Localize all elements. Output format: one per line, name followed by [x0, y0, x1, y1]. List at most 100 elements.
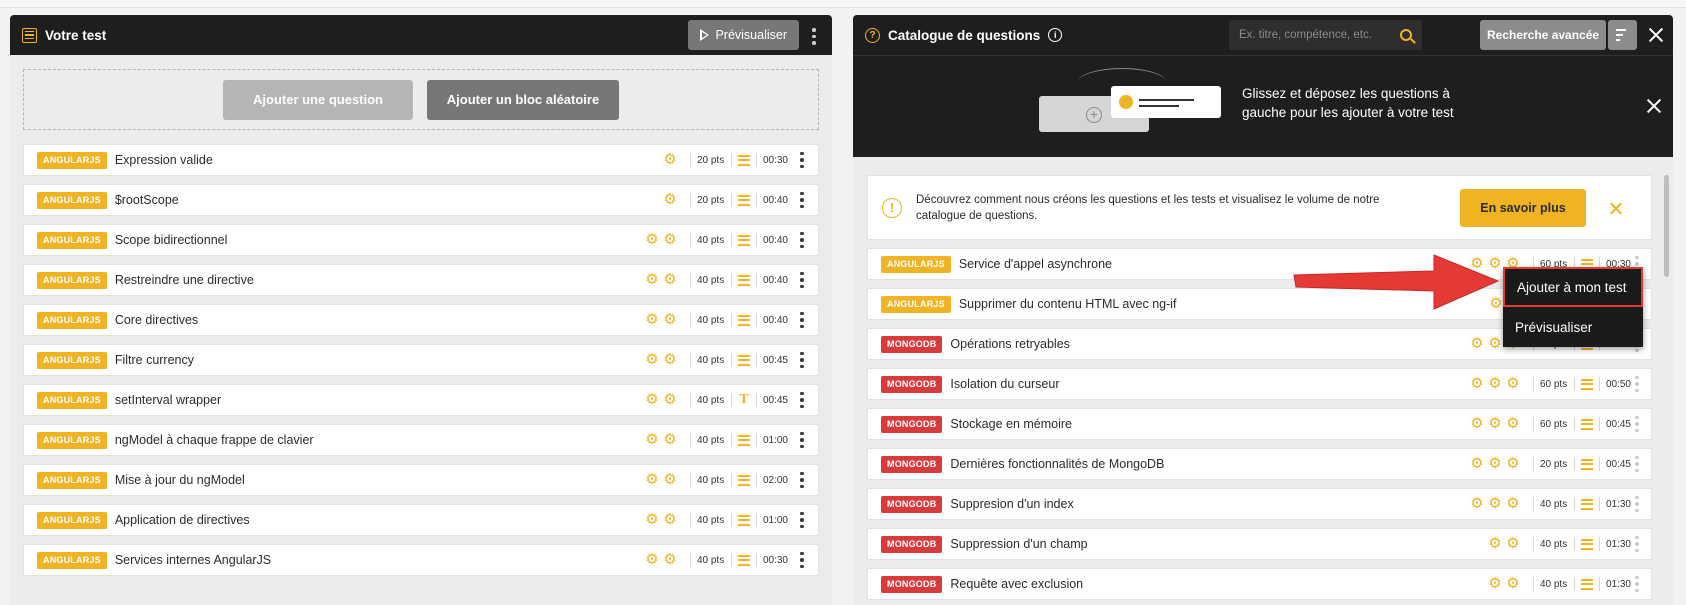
tech-tag: ANGULARJS — [37, 311, 107, 329]
points: 20 pts — [696, 154, 725, 166]
question-title: Core directives — [114, 313, 199, 327]
scrollbar[interactable] — [1664, 175, 1669, 277]
tech-tag: MONGODB — [881, 335, 943, 353]
duration: 00:45 — [1605, 458, 1631, 470]
catalog-list: ! Découvrez comment nous créons les ques… — [867, 175, 1652, 605]
question-row[interactable]: ANGULARJS Expression valide ⚙ 20 pts 00:30 — [23, 144, 819, 176]
preview-button[interactable]: Prévisualiser — [688, 20, 799, 50]
question-title: Mise à jour du ngModel — [114, 473, 245, 487]
close-catalog-icon[interactable] — [1648, 27, 1664, 43]
duration: 00:45 — [762, 394, 788, 406]
question-row[interactable]: MONGODB Dernières fonctionnalités de Mong… — [867, 448, 1652, 480]
list-type-icon — [737, 314, 750, 326]
row-menu-icon[interactable] — [796, 511, 808, 529]
list-type-icon — [1580, 458, 1593, 470]
gear-icon: ⚙ — [645, 511, 659, 528]
question-row[interactable]: MONGODB Suppresion d'un index ⚙ ⚙ ⚙ 40 pts 01:… — [867, 488, 1652, 520]
list-type-icon — [737, 474, 750, 486]
row-menu-icon[interactable] — [796, 191, 808, 209]
difficulty: ⚙⚙⚙ — [1469, 376, 1521, 392]
question-row[interactable]: ANGULARJS $rootScope ⚙ 20 pts 00:40 — [23, 184, 819, 216]
tech-tag: ANGULARJS — [37, 151, 107, 169]
question-row[interactable]: MONGODB Suppression d'un champ ⚙ ⚙ 40 pts 01:… — [867, 528, 1652, 560]
tech-tag: ANGULARJS — [37, 551, 107, 569]
close-notice-icon[interactable] — [1609, 201, 1623, 215]
row-menu-icon[interactable] — [796, 431, 808, 449]
question-title: Application de directives — [114, 513, 250, 527]
tech-tag: ANGULARJS — [881, 295, 951, 313]
test-panel: Votre test Prévisualiser Ajouter une que… — [10, 15, 832, 605]
difficulty: ⚙ — [662, 152, 678, 168]
row-menu-icon[interactable] — [1631, 375, 1643, 393]
add-question-button[interactable]: Ajouter une question — [223, 79, 413, 120]
add-random-block-button[interactable]: Ajouter un bloc aléatoire — [427, 79, 619, 120]
points: 40 pts — [696, 274, 725, 286]
row-menu-icon[interactable] — [1631, 455, 1643, 473]
question-meta: ⚙ ⚙ 40 pts 01:00 — [644, 432, 788, 448]
info-icon[interactable]: i — [1048, 28, 1063, 42]
question-row[interactable]: MONGODB Requête avec exclusion ⚙ ⚙ 40 pts 01:… — [867, 568, 1652, 600]
row-menu-icon[interactable] — [1631, 535, 1643, 553]
row-menu-icon[interactable] — [796, 471, 808, 489]
question-meta: ⚙ ⚙ 40 pts 00:30 — [644, 552, 788, 568]
advanced-search-button[interactable]: Recherche avancée — [1480, 20, 1607, 50]
drop-zone[interactable]: Ajouter une question Ajouter un bloc alé… — [23, 69, 819, 130]
question-row[interactable]: ANGULARJS Scope bidirectionnel ⚙ ⚙ 40 pts 00:… — [23, 224, 819, 256]
play-icon — [700, 29, 710, 41]
row-menu-icon[interactable] — [796, 351, 808, 369]
tech-tag: ANGULARJS — [37, 271, 107, 289]
learn-more-button[interactable]: En savoir plus — [1460, 189, 1586, 227]
row-menu-icon[interactable] — [1631, 415, 1643, 433]
tech-tag: MONGODB — [881, 415, 943, 433]
sort-button[interactable] — [1608, 20, 1637, 50]
question-row[interactable]: ANGULARJS Mise à jour du ngModel ⚙ ⚙ 40 pts 0… — [23, 464, 819, 496]
question-row[interactable]: MONGODB Isolation du curseur ⚙ ⚙ ⚙ 60 pts 00:5… — [867, 368, 1652, 400]
question-row[interactable]: ANGULARJS Services internes AngularJS ⚙ ⚙ 40… — [23, 544, 819, 576]
gear-icon: ⚙ — [1506, 535, 1520, 552]
duration: 01:00 — [762, 434, 788, 446]
gear-icon: ⚙ — [1488, 495, 1502, 512]
test-menu-icon[interactable] — [808, 28, 820, 45]
red-arrow-annotation — [1293, 254, 1500, 310]
preview-menu-item[interactable]: Prévisualiser — [1503, 307, 1643, 347]
row-menu-icon[interactable] — [1631, 495, 1643, 513]
question-meta: ⚙ ⚙ 40 pts 01:30 — [1487, 576, 1631, 592]
question-row[interactable]: ANGULARJS ngModel à chaque frappe de clav… — [23, 424, 819, 456]
question-row[interactable]: MONGODB Stockage en mémoire ⚙ ⚙ ⚙ 60 pts 00:45 — [867, 408, 1652, 440]
context-menu: Ajouter à mon test Prévisualiser — [1503, 267, 1643, 347]
row-menu-icon[interactable] — [796, 151, 808, 169]
top-strip — [0, 0, 1686, 8]
difficulty: ⚙⚙ — [644, 552, 678, 568]
row-menu-icon[interactable] — [796, 391, 808, 409]
search-icon[interactable] — [1400, 29, 1412, 41]
row-menu-icon[interactable] — [1631, 575, 1643, 593]
question-row[interactable]: ANGULARJS Core directives ⚙ ⚙ 40 pts 00:40 — [23, 304, 819, 336]
gear-icon: ⚙ — [663, 511, 677, 528]
question-title: Scope bidirectionnel — [114, 233, 228, 247]
gear-icon: ⚙ — [645, 271, 659, 288]
gear-icon: ⚙ — [1488, 335, 1502, 352]
question-row[interactable]: ANGULARJS setInterval wrapper ⚙ ⚙ 40 pts T 00:… — [23, 384, 819, 416]
tech-tag: MONGODB — [881, 455, 943, 473]
add-to-my-test-menu-item[interactable]: Ajouter à mon test — [1503, 267, 1643, 307]
question-meta: ⚙ ⚙ ⚙ 40 pts 01:30 — [1469, 496, 1631, 512]
row-menu-icon[interactable] — [796, 271, 808, 289]
search-input[interactable]: Ex. titre, compétence, etc. — [1229, 20, 1422, 50]
question-meta: ⚙ ⚙ ⚙ 20 pts 00:45 — [1469, 456, 1631, 472]
test-question-list: ANGULARJS Expression valide ⚙ 20 pts 00:30 AN… — [23, 144, 819, 576]
difficulty: ⚙⚙ — [644, 352, 678, 368]
gear-icon: ⚙ — [663, 471, 677, 488]
row-menu-icon[interactable] — [796, 551, 808, 569]
question-row[interactable]: ANGULARJS Restreindre une directive ⚙ ⚙ 40 p… — [23, 264, 819, 296]
list-type-icon — [737, 194, 750, 206]
row-menu-icon[interactable] — [796, 231, 808, 249]
question-mark-icon: ? — [865, 27, 880, 43]
question-row[interactable]: ANGULARJS Filtre currency ⚙ ⚙ 40 pts 00:45 — [23, 344, 819, 376]
difficulty: ⚙⚙ — [1487, 536, 1521, 552]
row-menu-icon[interactable] — [796, 311, 808, 329]
question-row[interactable]: ANGULARJS Application de directives ⚙ ⚙ 40 p… — [23, 504, 819, 536]
points: 40 pts — [696, 354, 725, 366]
gear-icon: ⚙ — [645, 391, 659, 408]
tech-tag: ANGULARJS — [37, 511, 107, 529]
close-banner-icon[interactable] — [1646, 98, 1662, 114]
